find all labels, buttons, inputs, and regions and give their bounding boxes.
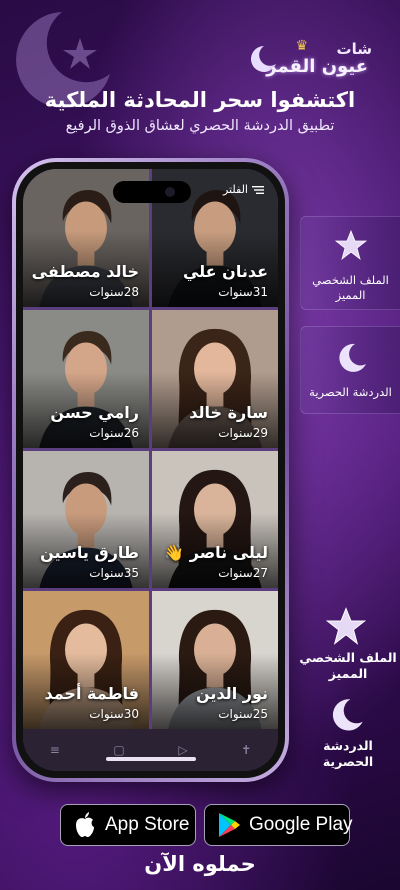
google-play-button[interactable]: Google Play (204, 804, 353, 846)
logo-line-2: عيون القمر (266, 56, 368, 77)
app-logo: ♛ شات عيون القمر (248, 38, 378, 90)
profile-name: ليلى ناصر 👋 (164, 543, 268, 563)
profile-name: نور الدين (196, 684, 268, 703)
headline: اكتشفوا سحر المحادثة الملكية (44, 88, 356, 112)
apple-icon (76, 812, 94, 837)
star-icon (326, 607, 366, 645)
profile-card[interactable]: طارق ياسين 35سنوات (23, 450, 149, 589)
moon-icon (339, 343, 366, 372)
feature-label: الدردشة الحصرية (309, 385, 392, 399)
square-icon[interactable]: ▢ (113, 743, 124, 757)
profile-age: 26سنوات (89, 425, 139, 440)
profile-age: 28سنوات (89, 284, 139, 299)
profile-card[interactable]: سارة خالد 29سنوات (152, 309, 278, 448)
feature-label-line2: المميز (335, 288, 366, 302)
profile-name: رامي حسن (50, 402, 139, 422)
subheadline: تطبيق الدردشة الحصري لعشاق الذوق الرفيع (65, 118, 335, 134)
accessibility-icon[interactable]: ✝ (241, 743, 251, 757)
google-play-icon (219, 813, 240, 837)
profile-card[interactable]: ليلى ناصر 👋 27سنوات (152, 450, 278, 589)
download-now-text: حملوه الآن (144, 852, 256, 876)
profile-name: عدنان علي (182, 261, 268, 281)
play-icon[interactable]: ▷ (178, 743, 187, 757)
profile-age: 35سنوات (89, 566, 139, 581)
dynamic-island (113, 181, 191, 203)
profile-age: 31سنوات (218, 284, 268, 299)
home-indicator (105, 757, 196, 761)
feature-exclusive-chat-1: الدردشة الحصرية (300, 326, 400, 414)
profile-name: خالد مصطفى (31, 261, 139, 281)
google-play-label: Google Play (249, 814, 353, 835)
menu-icon[interactable]: ≡ (50, 743, 60, 757)
app-store-button[interactable]: App Store (60, 804, 196, 846)
camera-dot (165, 187, 175, 197)
phone-screen: الفلتر خالد مصطفى 28سنوات عدنان علي 31سن… (23, 169, 278, 771)
feature-exclusive-chat-2: الدردشة الحصرية (300, 696, 396, 776)
profile-card[interactable]: رامي حسن 26سنوات (23, 309, 149, 448)
profile-age: 25سنوات (218, 707, 268, 721)
phone-bezel: الفلتر خالد مصطفى 28سنوات عدنان علي 31سن… (16, 162, 285, 778)
filter-icon (252, 185, 264, 194)
feature-label-line2: الحصرية (322, 754, 374, 769)
app-store-label: App Store (105, 814, 190, 835)
feature-label-line2: المميز (328, 666, 368, 681)
profile-age: 30سنوات (89, 707, 139, 721)
feature-label-line1: الملف الشخصي (299, 650, 397, 665)
profile-age: 27سنوات (218, 566, 268, 581)
filter-button[interactable]: الفلتر (223, 183, 264, 196)
star-icon (335, 229, 367, 261)
feature-premium-profile-2: الملف الشخصي المميز (296, 604, 400, 684)
crown-icon: ♛ (295, 38, 308, 54)
filter-label: الفلتر (222, 183, 248, 196)
phone-mockup: الفلتر خالد مصطفى 28سنوات عدنان علي 31سن… (12, 158, 289, 782)
profile-card[interactable]: نور الدين 25سنوات (152, 591, 278, 729)
android-nav-bar: ≡ ▢ ▷ ✝ (23, 729, 278, 771)
moon-icon (332, 699, 363, 731)
feature-premium-profile-1: الملف الشخصي المميز (300, 216, 400, 310)
profile-name: طارق ياسين (40, 543, 139, 563)
profile-age: 29سنوات (218, 425, 268, 440)
feature-label-line1: الملف الشخصي (312, 273, 389, 287)
profile-card[interactable]: فاطمة أحمد 30سنوات (23, 591, 149, 729)
feature-label-line1: الدردشة (323, 738, 373, 753)
profile-name: سارة خالد (189, 402, 268, 422)
profile-grid: خالد مصطفى 28سنوات عدنان علي 31سنوات رام… (23, 169, 278, 729)
profile-name: فاطمة أحمد (44, 684, 139, 703)
